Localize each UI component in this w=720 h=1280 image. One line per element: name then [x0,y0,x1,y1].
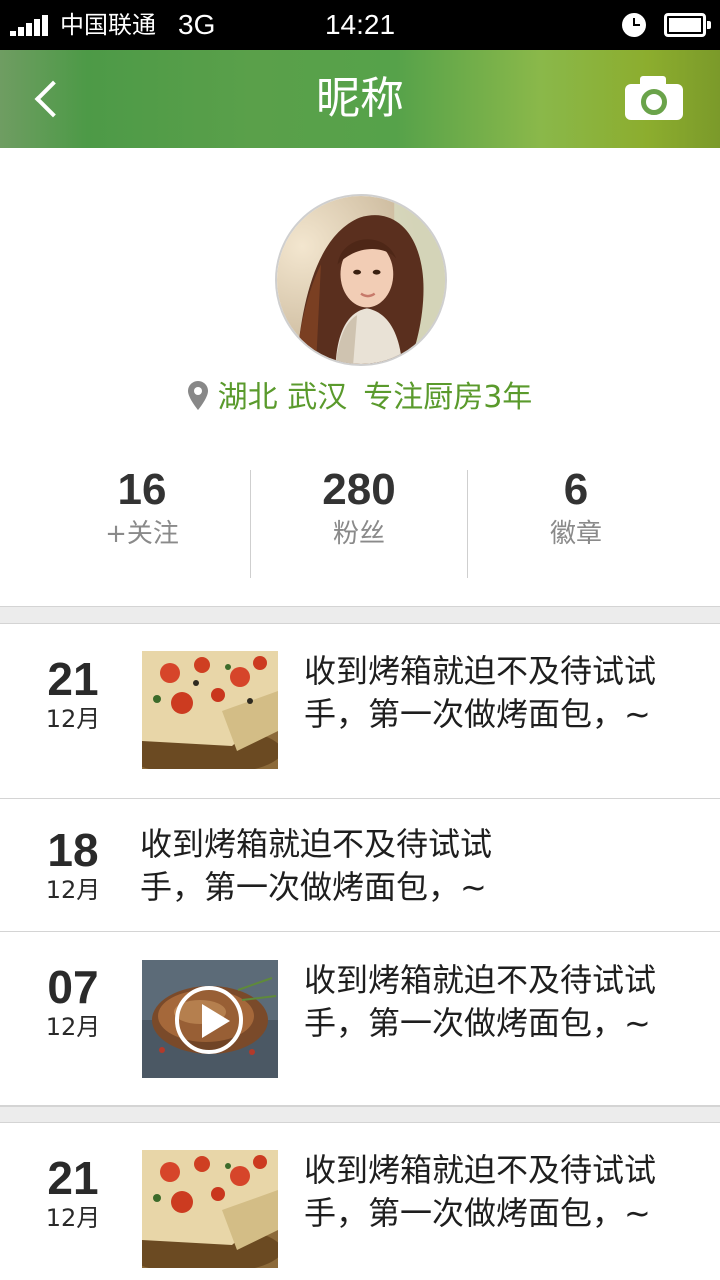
stat-badges[interactable]: 6 徽章 [468,462,684,580]
post-month: 12月 [45,1204,101,1232]
post-text: 收到烤箱就迫不及待试试手，第一次做烤面包，~ [140,825,493,906]
title-bar: 昵称 [0,50,720,148]
camera-button[interactable] [622,76,684,124]
post-thumbnail[interactable] [142,1150,278,1268]
stat-value: 280 [322,465,396,514]
post-month: 12月 [45,876,101,904]
stat-value: 6 [563,465,589,514]
stat-fans[interactable]: 280 粉丝 [251,462,467,580]
alarm-icon [622,13,646,37]
location-row: 湖北 武汉 专注厨房3年 [0,376,720,420]
stat-label: +关注 [105,519,179,549]
post-text: 收到烤箱就迫不及待试试手，第一次做烤面包，~ [304,1151,657,1232]
post-item[interactable]: 18 12月 收到烤箱就迫不及待试试手，第一次做烤面包，~ [0,799,720,932]
section-divider [0,606,720,624]
post-date: 21 12月 [30,1153,116,1233]
post-item[interactable]: 21 12月 收到烤箱就迫不及待试试手，第一次做烤面包，~ [0,624,720,799]
stat-value: 16 [117,465,167,514]
post-thumbnail[interactable] [142,960,278,1078]
post-day: 21 [47,1152,99,1204]
post-month: 12月 [45,705,101,733]
stat-label: 粉丝 [332,519,385,549]
post-item[interactable]: 07 12月 收到烤箱就迫不及待试试手，第一次做烤面包，~ [0,932,720,1106]
avatar-photo [277,196,445,364]
avatar[interactable] [275,194,447,366]
post-text: 收到烤箱就迫不及待试试手，第一次做烤面包，~ [304,652,657,733]
post-day: 18 [47,824,99,876]
status-bar: 中国联通 3G 14:21 [0,0,720,50]
post-thumbnail[interactable] [142,651,278,769]
post-date: 21 12月 [30,654,116,734]
post-text: 收到烤箱就迫不及待试试手，第一次做烤面包，~ [304,961,657,1042]
section-divider [0,1106,720,1123]
pizza-photo [142,651,278,769]
post-day: 21 [47,653,99,705]
location-pin-icon [187,381,208,410]
clock-time: 14:21 [324,9,396,40]
profile-stats: 16 +关注 280 粉丝 6 徽章 [34,462,684,580]
post-month: 12月 [45,1013,101,1041]
post-day: 07 [47,961,99,1013]
stat-following[interactable]: 16 +关注 [34,462,250,580]
post-date: 18 12月 [30,825,116,905]
battery-icon [664,13,711,37]
pizza-photo [142,1150,278,1268]
stat-label: 徽章 [549,519,602,549]
play-icon[interactable] [175,986,243,1054]
post-date: 07 12月 [30,962,116,1042]
page-title: 昵称 [316,73,404,124]
location-city: 湖北 武汉 [217,380,348,415]
post-item[interactable]: 21 12月 收到烤箱就迫不及待试试手，第一次做烤面包，~ [0,1123,720,1280]
profile-tagline: 专注厨房3年 [363,380,533,415]
